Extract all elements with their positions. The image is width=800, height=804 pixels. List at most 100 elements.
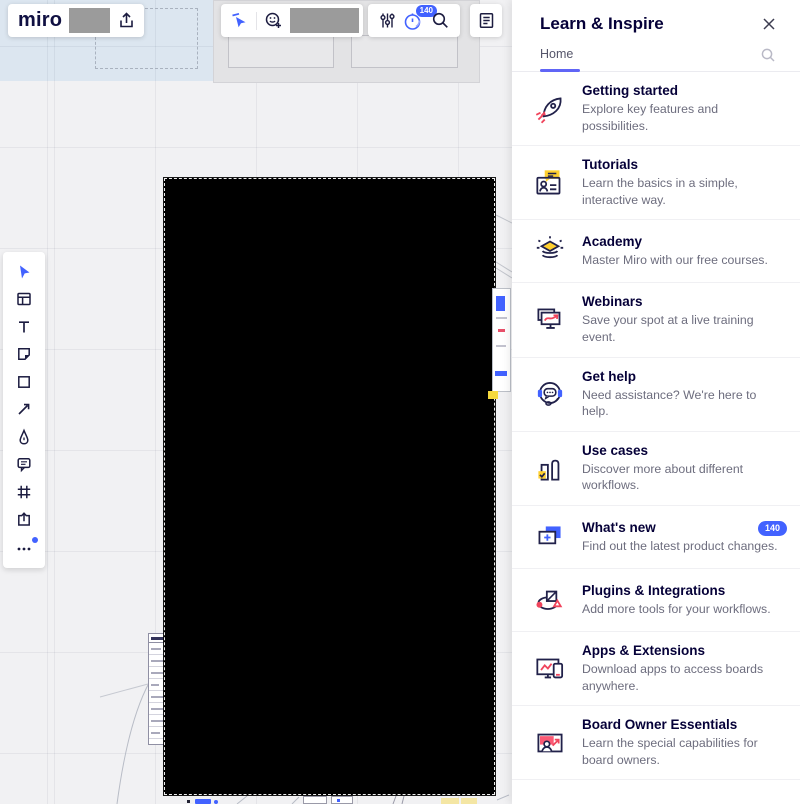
- connection-line-icon: [18, 404, 30, 415]
- get-help-icon: [530, 374, 570, 414]
- pen-icon: [19, 428, 29, 445]
- item-desc: Find out the latest product changes.: [582, 538, 778, 553]
- item-desc: Learn the basics in a simple, interactiv…: [582, 176, 738, 207]
- item-title: Get help: [582, 368, 637, 384]
- item-whats-new[interactable]: What's new Find out the latest product c…: [512, 506, 800, 569]
- miro-logo[interactable]: miro: [18, 9, 62, 32]
- tool-connection-line[interactable]: [3, 396, 45, 424]
- notes-card: [470, 4, 502, 37]
- templates-icon: [17, 293, 31, 306]
- item-title: Use cases: [582, 442, 649, 458]
- tool-text[interactable]: [3, 313, 45, 341]
- item-tutorials[interactable]: Tutorials Learn the basics in a simple, …: [512, 146, 800, 221]
- tool-comment[interactable]: [3, 451, 45, 479]
- item-desc: Add more tools for your workflows.: [582, 601, 771, 616]
- tool-more[interactable]: [3, 533, 45, 561]
- panel-tabs: Home: [512, 34, 800, 72]
- tool-pen[interactable]: [3, 423, 45, 451]
- item-title: Webinars: [582, 294, 643, 310]
- item-title: What's new: [582, 519, 656, 535]
- miro-app: miro 140 Learn & Inspire Home Getting st…: [0, 0, 800, 804]
- item-plugins-integrations[interactable]: Plugins & Integrations Add more tools fo…: [512, 569, 800, 632]
- toolbar-divider: [256, 11, 258, 30]
- tool-templates[interactable]: [3, 286, 45, 314]
- panel-search-button[interactable]: [760, 47, 776, 71]
- item-board-owner-essentials[interactable]: Board Owner Essentials Learn the special…: [512, 706, 800, 781]
- item-use-cases[interactable]: Use cases Discover more about different …: [512, 432, 800, 506]
- canvas-mini-card[interactable]: [492, 288, 511, 392]
- item-title: Getting started: [582, 83, 679, 98]
- board-canvas[interactable]: [0, 0, 512, 804]
- search-button[interactable]: [429, 9, 453, 33]
- canvas-blue-dot[interactable]: [214, 800, 218, 804]
- close-icon: [763, 18, 775, 30]
- board-name-redacted[interactable]: [69, 8, 110, 33]
- view-toolbar: 140: [368, 4, 460, 37]
- more-dots-icon: [17, 547, 31, 551]
- canvas-small-card[interactable]: [303, 796, 327, 804]
- canvas-sticky-note[interactable]: [461, 798, 477, 804]
- export-icon: [120, 12, 133, 28]
- filters-button[interactable]: [375, 9, 399, 33]
- item-apps-extensions[interactable]: Apps & Extensions Download apps to acces…: [512, 632, 800, 707]
- item-webinars[interactable]: Webinars Save your spot at a live traini…: [512, 283, 800, 358]
- canvas-sticky-note[interactable]: [441, 798, 459, 804]
- canvas-small-card[interactable]: [331, 796, 353, 804]
- facilitation-timer-button[interactable]: 140: [402, 4, 437, 33]
- item-title: Board Owner Essentials: [582, 717, 738, 733]
- frame-icon: [17, 485, 31, 498]
- item-title: Academy: [582, 234, 643, 250]
- canvas-sticky-note[interactable]: [488, 391, 498, 399]
- item-title: Plugins & Integrations: [582, 582, 726, 598]
- participants-redacted[interactable]: [290, 8, 359, 33]
- tab-home[interactable]: Home: [540, 47, 580, 72]
- plugins-icon: [530, 580, 570, 620]
- canvas-blue-chip[interactable]: [195, 799, 211, 804]
- item-title: Tutorials: [582, 157, 639, 173]
- tool-sticky-note[interactable]: [3, 341, 45, 369]
- more-tools-notification-dot: [32, 537, 38, 543]
- notes-icon: [479, 13, 493, 28]
- canvas-subframe[interactable]: [351, 35, 458, 68]
- export-button[interactable]: [117, 9, 136, 33]
- creation-toolbar: [3, 252, 45, 568]
- canvas-dot[interactable]: [187, 800, 190, 803]
- webinars-icon: [530, 300, 570, 340]
- board-notes-button[interactable]: [474, 9, 498, 33]
- item-desc: Learn the special capabilities for board…: [582, 736, 758, 767]
- rocket-icon: [530, 89, 570, 129]
- panel-item-list: Getting started Explore key features and…: [512, 72, 800, 781]
- learn-inspire-panel: Learn & Inspire Home Getting started Exp…: [512, 0, 800, 804]
- tool-shapes[interactable]: [3, 368, 45, 396]
- tool-frame[interactable]: [3, 478, 45, 506]
- item-desc: Master Miro with our free courses.: [582, 253, 768, 268]
- item-getting-started[interactable]: Getting started Explore key features and…: [512, 72, 800, 147]
- item-academy[interactable]: Academy Master Miro with our free course…: [512, 220, 800, 284]
- panel-title: Learn & Inspire: [540, 14, 664, 33]
- tutorials-icon: [530, 163, 570, 203]
- follow-cursor-button[interactable]: [229, 9, 250, 33]
- use-cases-icon: [530, 448, 570, 488]
- select-cursor-icon: [20, 265, 30, 279]
- board-owner-icon: [530, 723, 570, 763]
- filters-icon: [380, 13, 395, 28]
- item-get-help[interactable]: Get help Need assistance? We're here to …: [512, 358, 800, 432]
- close-panel-button[interactable]: [760, 15, 778, 33]
- item-desc: Need assistance? We're here to help.: [582, 387, 757, 419]
- canvas-subframe[interactable]: [228, 35, 334, 68]
- search-icon: [433, 12, 449, 28]
- collaboration-toolbar: [221, 4, 363, 37]
- academy-icon: [530, 231, 570, 271]
- panel-header: Learn & Inspire: [512, 0, 800, 34]
- tab-home-label: Home: [540, 47, 574, 61]
- add-reaction-button[interactable]: [263, 9, 284, 33]
- whats-new-count-badge: 140: [757, 520, 787, 536]
- search-icon: [761, 48, 775, 62]
- item-desc: Save your spot at a live training event.: [582, 313, 754, 344]
- selected-black-object[interactable]: [164, 178, 495, 795]
- tool-upload[interactable]: [3, 506, 45, 534]
- comment-icon: [17, 458, 31, 473]
- whats-new-icon: [530, 517, 570, 557]
- text-icon: [19, 321, 29, 333]
- tool-select[interactable]: [3, 258, 45, 286]
